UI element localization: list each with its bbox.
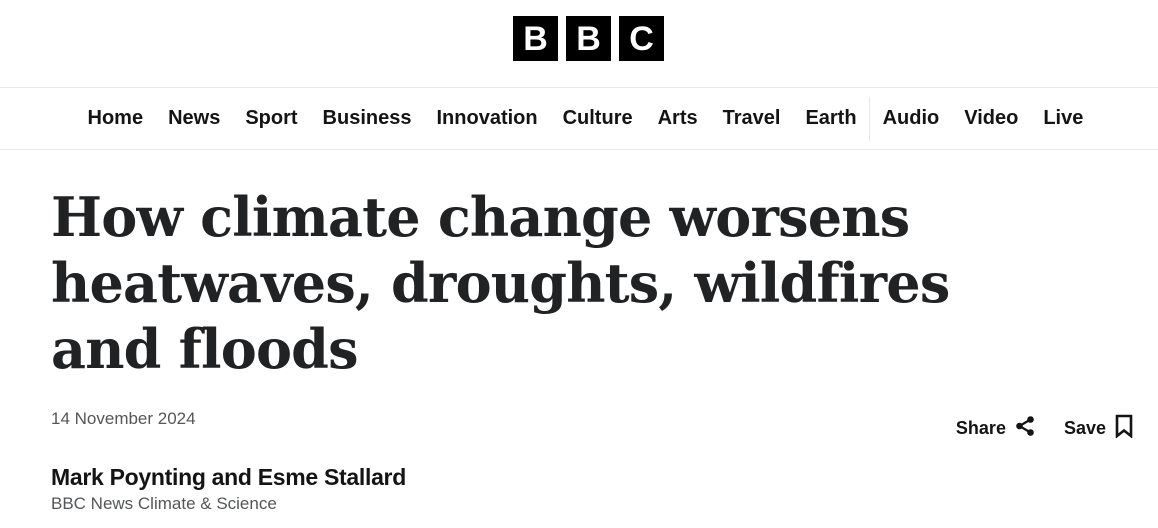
nav-item-arts[interactable]: Arts — [645, 88, 710, 149]
logo-letter: C — [619, 16, 664, 61]
main-navigation: Home News Sport Business Innovation Cult… — [0, 88, 1158, 150]
share-button[interactable]: Share — [956, 415, 1036, 442]
nav-item-audio[interactable]: Audio — [870, 88, 952, 149]
article-author: Mark Poynting and Esme Stallard — [51, 464, 406, 490]
nav-item-live[interactable]: Live — [1031, 88, 1096, 149]
nav-item-news[interactable]: News — [156, 88, 233, 149]
logo-letter: B — [513, 16, 558, 61]
nav-item-sport[interactable]: Sport — [233, 88, 310, 149]
nav-item-video[interactable]: Video — [952, 88, 1031, 149]
bookmark-icon — [1114, 414, 1134, 443]
article-actions: Share Save — [956, 414, 1134, 443]
nav-item-business[interactable]: Business — [310, 88, 424, 149]
nav-list: Home News Sport Business Innovation Cult… — [75, 88, 1096, 149]
bbc-logo[interactable]: B B C — [513, 16, 664, 61]
article-date: 14 November 2024 — [51, 409, 196, 428]
article-headline: How climate change worsens heatwaves, dr… — [51, 185, 950, 381]
logo-letter: B — [566, 16, 611, 61]
share-label: Share — [955, 418, 1006, 438]
article-author-role: BBC News Climate & Science — [51, 494, 277, 513]
share-icon — [1014, 415, 1036, 442]
site-header: B B C — [0, 0, 1158, 88]
nav-item-home[interactable]: Home — [75, 88, 156, 149]
save-button[interactable]: Save — [1064, 414, 1134, 443]
nav-item-travel[interactable]: Travel — [710, 88, 793, 149]
nav-item-culture[interactable]: Culture — [550, 88, 645, 149]
nav-item-innovation[interactable]: Innovation — [424, 88, 550, 149]
save-label: Save — [1063, 418, 1106, 438]
nav-item-earth[interactable]: Earth — [793, 88, 869, 149]
